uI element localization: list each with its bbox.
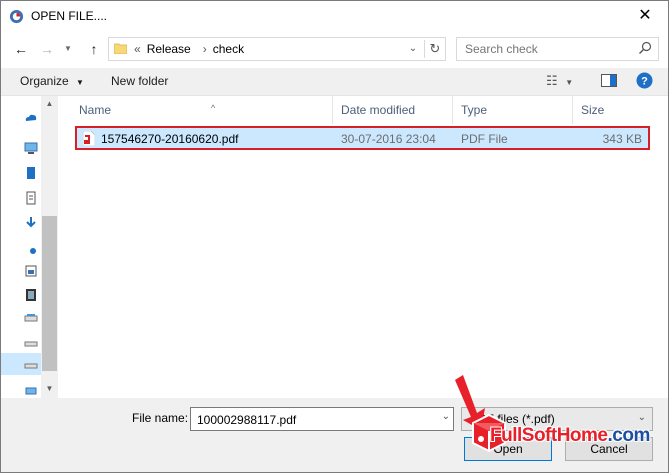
help-button[interactable]: ? bbox=[636, 72, 653, 92]
column-header-date[interactable]: Date modified bbox=[333, 96, 453, 124]
breadcrumb-separator-icon: › bbox=[202, 42, 207, 56]
app-logo-icon bbox=[9, 9, 24, 24]
downloads-icon[interactable] bbox=[24, 216, 38, 230]
search-icon bbox=[639, 41, 652, 54]
desktop-icon[interactable] bbox=[24, 166, 38, 180]
local-disk-icon[interactable] bbox=[24, 311, 38, 325]
organize-button[interactable]: Organize ▼ bbox=[20, 74, 84, 88]
details-view-icon: ☷ bbox=[546, 73, 558, 88]
file-name-label: File name: bbox=[132, 411, 189, 425]
new-folder-button[interactable]: New folder bbox=[111, 74, 168, 88]
chevron-down-icon: ▼ bbox=[76, 78, 84, 87]
navigation-pane[interactable]: ▲ ▼ bbox=[1, 96, 58, 398]
arrow-left-icon: ← bbox=[14, 41, 28, 57]
videos-icon[interactable] bbox=[24, 288, 38, 302]
recent-locations-button[interactable]: ▼ bbox=[61, 39, 75, 59]
file-name-input[interactable] bbox=[195, 411, 429, 429]
watermark-text-red: FullSoftHome bbox=[490, 425, 608, 446]
file-list[interactable]: Name ^ Date modified Type Size 157546270… bbox=[59, 96, 668, 398]
nav-scrollbar-thumb[interactable] bbox=[42, 216, 57, 371]
drive-icon[interactable] bbox=[24, 358, 38, 372]
scroll-down-icon[interactable]: ▼ bbox=[43, 384, 56, 393]
documents-icon[interactable] bbox=[24, 191, 38, 205]
search-input[interactable] bbox=[463, 40, 637, 58]
onedrive-icon[interactable] bbox=[24, 111, 38, 125]
svg-text:?: ? bbox=[641, 76, 648, 88]
column-header-type[interactable]: Type bbox=[453, 96, 573, 124]
file-type-value: PDF files (*.pdf) bbox=[470, 412, 555, 426]
up-button[interactable]: ↑ bbox=[83, 39, 105, 59]
refresh-icon: ↻ bbox=[429, 41, 441, 56]
file-date-cell: 30-07-2016 23:04 bbox=[341, 132, 436, 146]
network-icon[interactable] bbox=[24, 383, 38, 397]
this-pc-icon[interactable] bbox=[24, 141, 38, 155]
view-options-button[interactable]: ☷ ▼ bbox=[546, 73, 573, 89]
address-bar[interactable]: « Release › check ⌄ ↻ bbox=[108, 37, 446, 61]
help-icon: ? bbox=[636, 72, 653, 89]
column-header-name[interactable]: Name ^ bbox=[71, 96, 333, 124]
watermark-text-blue: .com bbox=[607, 425, 651, 446]
close-icon: ✕ bbox=[638, 7, 652, 24]
close-button[interactable]: ✕ bbox=[622, 1, 668, 31]
table-row[interactable]: 157546270-20160620.pdf 30-07-2016 23:04 … bbox=[75, 126, 650, 150]
organize-label: Organize bbox=[20, 74, 69, 88]
arrow-right-icon: → bbox=[40, 41, 54, 57]
file-name-cell: 157546270-20160620.pdf bbox=[101, 132, 239, 146]
chevron-down-icon: ▼ bbox=[565, 78, 574, 87]
open-file-dialog: OPEN FILE.... ✕ ← → ▼ ↑ « Release › check ⌄… bbox=[0, 0, 669, 473]
command-toolbar: Organize ▼ New folder ☷ ▼ ? bbox=[1, 68, 668, 96]
chevron-down-icon: ▼ bbox=[64, 44, 72, 53]
music-icon[interactable] bbox=[24, 241, 38, 255]
sort-ascending-icon: ^ bbox=[211, 103, 216, 113]
breadcrumb-item-check[interactable]: check bbox=[213, 42, 244, 56]
drive-icon[interactable] bbox=[24, 336, 38, 350]
address-dropdown-button[interactable]: ⌄ bbox=[405, 41, 421, 57]
breadcrumb-item-release[interactable]: Release bbox=[147, 42, 191, 56]
column-header-size[interactable]: Size bbox=[573, 96, 653, 124]
chevron-down-icon: ⌄ bbox=[637, 412, 646, 423]
arrow-up-icon: ↑ bbox=[90, 41, 98, 57]
search-box[interactable] bbox=[456, 37, 659, 61]
scroll-up-icon[interactable]: ▲ bbox=[43, 99, 56, 108]
pdf-file-icon bbox=[83, 131, 95, 146]
refresh-button[interactable]: ↻ bbox=[424, 40, 445, 58]
folder-icon bbox=[114, 43, 127, 54]
chevron-down-icon[interactable]: ⌄ bbox=[442, 411, 450, 422]
title-bar: OPEN FILE.... ✕ bbox=[1, 1, 668, 32]
breadcrumb-overflow[interactable]: « bbox=[134, 42, 141, 56]
window-title: OPEN FILE.... bbox=[31, 9, 108, 23]
file-type-cell: PDF File bbox=[461, 132, 508, 146]
chevron-down-icon: ⌄ bbox=[408, 43, 418, 54]
preview-pane-icon bbox=[601, 74, 617, 87]
column-header-label: Name bbox=[79, 103, 112, 117]
file-size-cell: 343 KB bbox=[602, 132, 642, 146]
back-button[interactable]: ← bbox=[10, 39, 32, 59]
watermark-text: FullSoftHome.com bbox=[490, 425, 650, 447]
breadcrumb: « Release › check bbox=[134, 42, 250, 56]
preview-pane-button[interactable] bbox=[601, 74, 617, 90]
pictures-icon[interactable] bbox=[24, 264, 38, 278]
file-name-combobox[interactable]: ⌄ bbox=[190, 407, 454, 431]
forward-button[interactable]: → bbox=[36, 39, 58, 59]
